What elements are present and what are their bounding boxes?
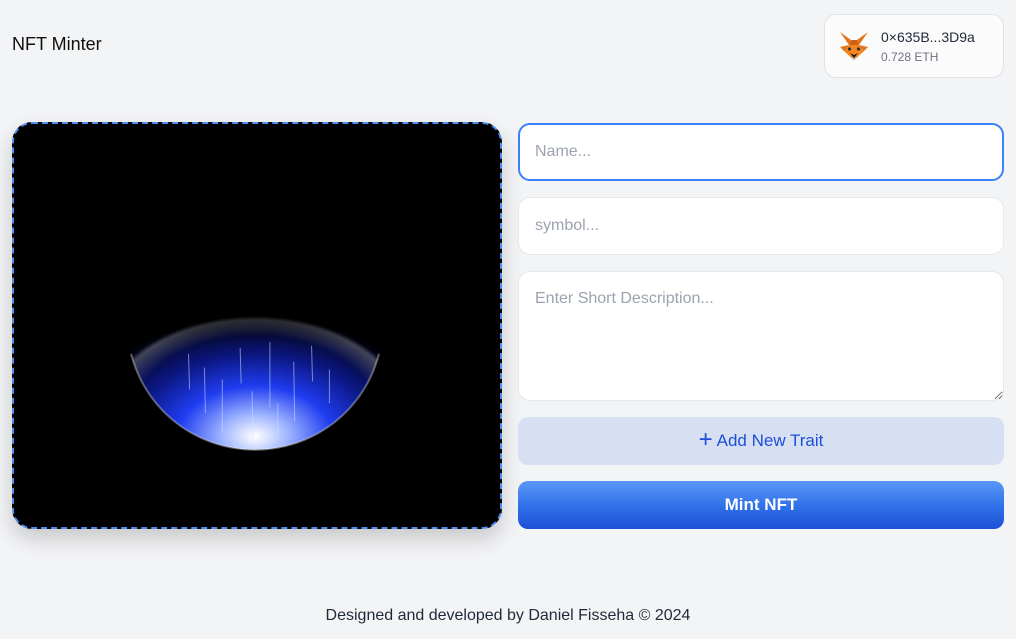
wallet-badge[interactable]: 0×635B...3D9a 0.728 ETH <box>824 14 1004 78</box>
add-trait-button[interactable]: + Add New Trait <box>518 417 1004 465</box>
footer-credit: Designed and developed by Daniel Fisseha… <box>325 607 691 624</box>
plus-icon: + <box>698 426 713 453</box>
nft-minter-app: NFT Minter 0×635B...3D9a 0.728 ETH Name.… <box>0 0 1016 639</box>
nft-name-input[interactable] <box>518 123 1004 181</box>
add-trait-label: Add New Trait <box>716 431 824 450</box>
nft-image-upload[interactable] <box>12 122 502 529</box>
wallet-address: 0×635B...3D9a <box>881 28 975 45</box>
nft-description-input[interactable] <box>518 271 1004 401</box>
app-title: NFT Minter <box>12 34 102 54</box>
nft-preview-image <box>14 124 500 527</box>
wallet-balance: 0.728 ETH <box>881 49 939 64</box>
nft-symbol-input[interactable] <box>518 197 1004 255</box>
metamask-fox-icon <box>840 32 868 60</box>
mint-nft-button[interactable]: Mint NFT <box>518 481 1004 529</box>
